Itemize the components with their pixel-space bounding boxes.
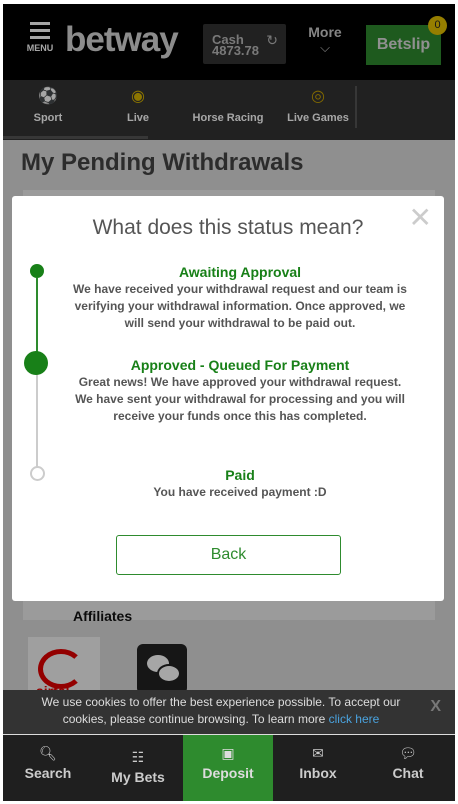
cookie-message: We use cookies to offer the best experie… bbox=[25, 694, 417, 728]
timeline-line-complete bbox=[36, 278, 38, 360]
envelope-icon: ✉ bbox=[312, 745, 324, 761]
cash-icon: ▣ bbox=[221, 745, 235, 761]
cookie-banner: We use cookies to offer the best experie… bbox=[3, 690, 455, 734]
step-title: Paid bbox=[225, 467, 255, 483]
timeline-dot-paid bbox=[30, 466, 45, 481]
timeline-dot-awaiting bbox=[30, 264, 44, 278]
bottom-nav-chat[interactable]: 💬︎ Chat bbox=[363, 735, 453, 801]
bottom-nav-inbox[interactable]: ✉ Inbox bbox=[273, 735, 363, 801]
bottom-nav-label: Search bbox=[24, 765, 72, 781]
cookie-learn-more-link[interactable]: click here bbox=[329, 712, 380, 726]
close-icon[interactable]: ✕ bbox=[409, 204, 432, 232]
timeline-dot-approved bbox=[24, 351, 48, 375]
chat-icon: 💬︎ bbox=[399, 745, 417, 761]
status-step-awaiting: Awaiting Approval We have received your … bbox=[72, 264, 408, 332]
bets-icon: ☷ bbox=[131, 749, 145, 765]
back-button[interactable]: Back bbox=[116, 535, 341, 575]
modal-title: What does this status mean? bbox=[92, 216, 364, 239]
step-description: You have received payment :D bbox=[153, 485, 327, 499]
bottom-nav: 🔍︎ Search ☷ My Bets ▣ Deposit ✉ Inbox 💬︎… bbox=[3, 735, 455, 801]
app-frame: MENU betway Cash 4873.78 ↻ More ⌵ Betsli… bbox=[3, 4, 455, 801]
status-step-approved: Approved - Queued For Payment Great news… bbox=[72, 357, 408, 425]
bottom-nav-label: Inbox bbox=[299, 765, 337, 781]
step-title: Awaiting Approval bbox=[178, 264, 302, 280]
bottom-nav-my-bets[interactable]: ☷ My Bets bbox=[93, 739, 183, 801]
step-description: We have received your withdrawal request… bbox=[73, 282, 407, 330]
timeline-line-pending bbox=[36, 360, 38, 468]
search-icon: 🔍︎ bbox=[39, 745, 57, 761]
cookie-close-button[interactable]: X bbox=[430, 698, 441, 716]
status-info-modal: What does this status mean? ✕ Awaiting A… bbox=[12, 196, 444, 601]
status-step-paid: Paid You have received payment :D bbox=[72, 467, 408, 501]
bottom-nav-label: Deposit bbox=[202, 765, 254, 781]
bottom-nav-label: My Bets bbox=[111, 769, 165, 785]
bottom-nav-deposit[interactable]: ▣ Deposit bbox=[183, 735, 273, 801]
bottom-nav-label: Chat bbox=[392, 765, 424, 781]
step-description: Great news! We have approved your withdr… bbox=[75, 375, 405, 423]
step-title: Approved - Queued For Payment bbox=[130, 357, 350, 373]
bottom-nav-search[interactable]: 🔍︎ Search bbox=[3, 735, 93, 801]
